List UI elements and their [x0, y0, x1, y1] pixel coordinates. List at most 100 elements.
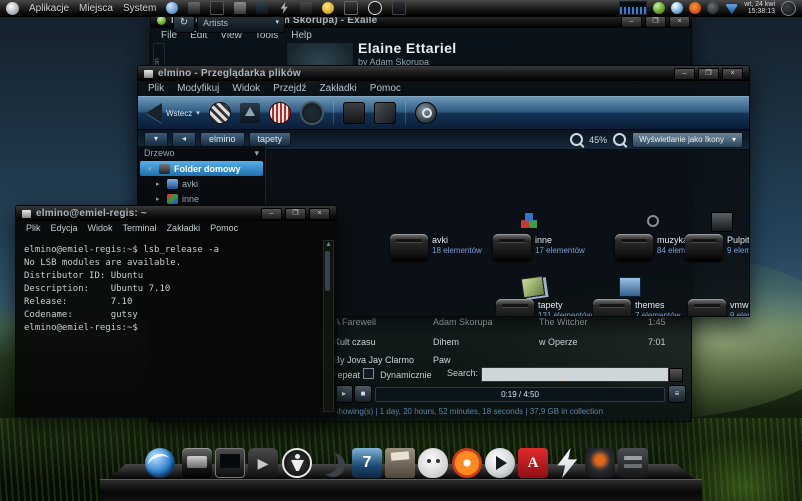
box-launcher-icon[interactable]	[300, 2, 312, 14]
accessibility-launcher-icon[interactable]	[368, 1, 382, 15]
file-manager-dock-icon[interactable]	[182, 448, 212, 478]
cpu-graph-icon[interactable]	[619, 1, 647, 15]
terminal-menu-zakladki[interactable]: Zakładki	[167, 223, 201, 233]
seek-bar[interactable]: 0:19 / 4:50	[375, 387, 665, 402]
distro-logo-icon[interactable]	[6, 2, 19, 15]
expander-icon[interactable]: ▸	[156, 180, 163, 188]
zoom-in-icon[interactable]	[613, 133, 626, 146]
sidebar-header[interactable]: Drzewo ▾	[138, 146, 265, 161]
panel-menu-system[interactable]: System	[123, 3, 156, 14]
accessibility-dock-icon[interactable]	[282, 448, 312, 478]
back-history-chevron-icon[interactable]: ▾	[196, 109, 200, 117]
home-icon[interactable]	[374, 102, 396, 124]
terminal-minimize-button[interactable]: –	[261, 208, 282, 220]
location-edit-button[interactable]: ◂	[172, 132, 196, 147]
media-player-dock-icon[interactable]: ▶	[248, 448, 278, 478]
folder-themes[interactable]: themes 7 elementów	[593, 277, 703, 316]
globe-tray-icon[interactable]	[707, 2, 719, 14]
terminal-menu-plik[interactable]: Plik	[26, 223, 41, 233]
screen-launcher-icon[interactable]	[256, 2, 268, 14]
folder-avki[interactable]: avki 18 elementów	[390, 212, 500, 272]
expander-icon[interactable]: ▾	[148, 165, 155, 173]
folder-vmware[interactable]: vmware 9 elementów	[688, 277, 749, 316]
sidebar-item-avki[interactable]: ▸ avki	[138, 176, 265, 191]
fm-menu-widok[interactable]: Widok	[232, 83, 260, 94]
document-7-dock-icon[interactable]: 7	[352, 448, 382, 478]
gimp-dock-icon[interactable]	[418, 448, 448, 478]
fm-maximize-button[interactable]: ❐	[698, 68, 719, 80]
search-clear-icon[interactable]	[669, 368, 683, 382]
back-button[interactable]: Wstecz ▾	[146, 103, 200, 123]
playlist-search-input[interactable]	[481, 367, 669, 382]
exaile-close-button[interactable]: ×	[669, 16, 690, 28]
search-icon[interactable]	[415, 102, 437, 124]
coin-launcher-icon[interactable]	[322, 2, 334, 14]
volume-tray-icon[interactable]	[671, 2, 683, 14]
panel-menu-aplikacje[interactable]: Aplikacje	[29, 3, 69, 14]
refresh-icon[interactable]	[300, 101, 324, 125]
photo-app-dock-icon[interactable]	[452, 448, 482, 478]
volume-button[interactable]: ≡	[668, 385, 686, 403]
game-dock-icon[interactable]	[585, 448, 615, 478]
network-tray-icon[interactable]	[725, 2, 738, 15]
package-manager-dock-icon[interactable]	[385, 448, 415, 478]
folder-tapety[interactable]: tapety 131 elementów	[496, 277, 606, 316]
sidebar-item-home[interactable]: ▾ Folder domowy	[140, 161, 263, 176]
fm-menu-modyfikuj[interactable]: Modyfikuj	[177, 83, 219, 94]
exaile-minimize-button[interactable]: –	[621, 16, 642, 28]
ubuntu-logo-icon[interactable]	[689, 2, 701, 14]
crescent-app-dock-icon[interactable]	[312, 448, 342, 478]
folder-pulpit[interactable]: Pulpit 9 elementów	[685, 212, 749, 272]
mail-launcher-icon[interactable]	[188, 2, 200, 14]
fm-close-button[interactable]: ×	[722, 68, 743, 80]
terminal-close-button[interactable]: ×	[309, 208, 330, 220]
fm-menu-plik[interactable]: Plik	[148, 83, 164, 94]
player-circle-dock-icon[interactable]	[485, 448, 515, 478]
fm-titlebar[interactable]: elmino - Przeglądarka plików – ❐ ×	[138, 66, 749, 81]
zoom-out-icon[interactable]	[570, 133, 583, 146]
exaile-tray-icon[interactable]	[653, 2, 665, 14]
repeat-checkbox[interactable]	[363, 368, 374, 379]
pathbar-toggle-button[interactable]: ▾	[144, 132, 168, 147]
browser-launcher-icon[interactable]	[166, 2, 178, 14]
breadcrumb-elmino[interactable]: elmino	[200, 132, 245, 147]
sidebar-item-inne[interactable]: ▸ inne	[138, 191, 265, 206]
fm-minimize-button[interactable]: –	[674, 68, 695, 80]
terminal-menu-pomoc[interactable]: Pomoc	[210, 223, 238, 233]
exaile-maximize-button[interactable]: ❐	[645, 16, 666, 28]
web-browser-dock-icon[interactable]	[145, 448, 175, 478]
fm-menu-zakladki[interactable]: Zakładki	[320, 83, 357, 94]
fm-menu-przejdz[interactable]: Przejdź	[273, 83, 306, 94]
session-power-icon[interactable]	[781, 1, 796, 16]
stop-icon[interactable]	[269, 102, 291, 124]
package-launcher-icon[interactable]	[234, 2, 246, 14]
fm-menu-pomoc[interactable]: Pomoc	[370, 83, 401, 94]
scrollbar-thumb[interactable]	[325, 251, 330, 291]
photo-launcher-icon[interactable]	[210, 1, 224, 15]
terminal-scrollbar[interactable]: ▲	[323, 240, 334, 412]
panel-clock[interactable]: wt, 24 kwi 15:38:13	[744, 1, 775, 15]
monitor-launcher-icon[interactable]	[344, 1, 358, 15]
terminal-titlebar[interactable]: elmino@emiel-regis: ~ – ❐ ×	[16, 206, 336, 221]
panel-menu-miejsca[interactable]: Miejsca	[79, 3, 113, 14]
stop-button[interactable]: ■	[354, 385, 372, 403]
display-launcher-icon[interactable]	[392, 1, 406, 15]
lightning-launcher-icon[interactable]	[278, 2, 290, 14]
terminal-menu-terminal[interactable]: Terminal	[123, 223, 157, 233]
terminal-dock-icon[interactable]	[215, 448, 245, 478]
fm-icon-view[interactable]: avki 18 elementów inne 17 elementów muzy…	[265, 146, 749, 316]
forward-flag-icon[interactable]	[209, 102, 231, 124]
up-icon[interactable]	[240, 103, 260, 123]
play-button[interactable]: ▸	[335, 385, 353, 403]
exaile-menu-help[interactable]: Help	[291, 30, 312, 41]
folder-inne[interactable]: inne 17 elementów	[493, 212, 603, 272]
expander-icon[interactable]: ▸	[156, 195, 163, 203]
adobe-reader-dock-icon[interactable]: A	[518, 448, 548, 478]
terminal-menu-edycja[interactable]: Edycja	[51, 223, 78, 233]
archive-dock-icon[interactable]	[618, 448, 648, 478]
terminal-menu-widok[interactable]: Widok	[88, 223, 113, 233]
lightning-app-dock-icon[interactable]	[552, 448, 582, 478]
computer-icon[interactable]	[343, 102, 365, 124]
breadcrumb-tapety[interactable]: tapety	[249, 132, 292, 147]
scroll-up-icon[interactable]: ▲	[324, 241, 333, 249]
